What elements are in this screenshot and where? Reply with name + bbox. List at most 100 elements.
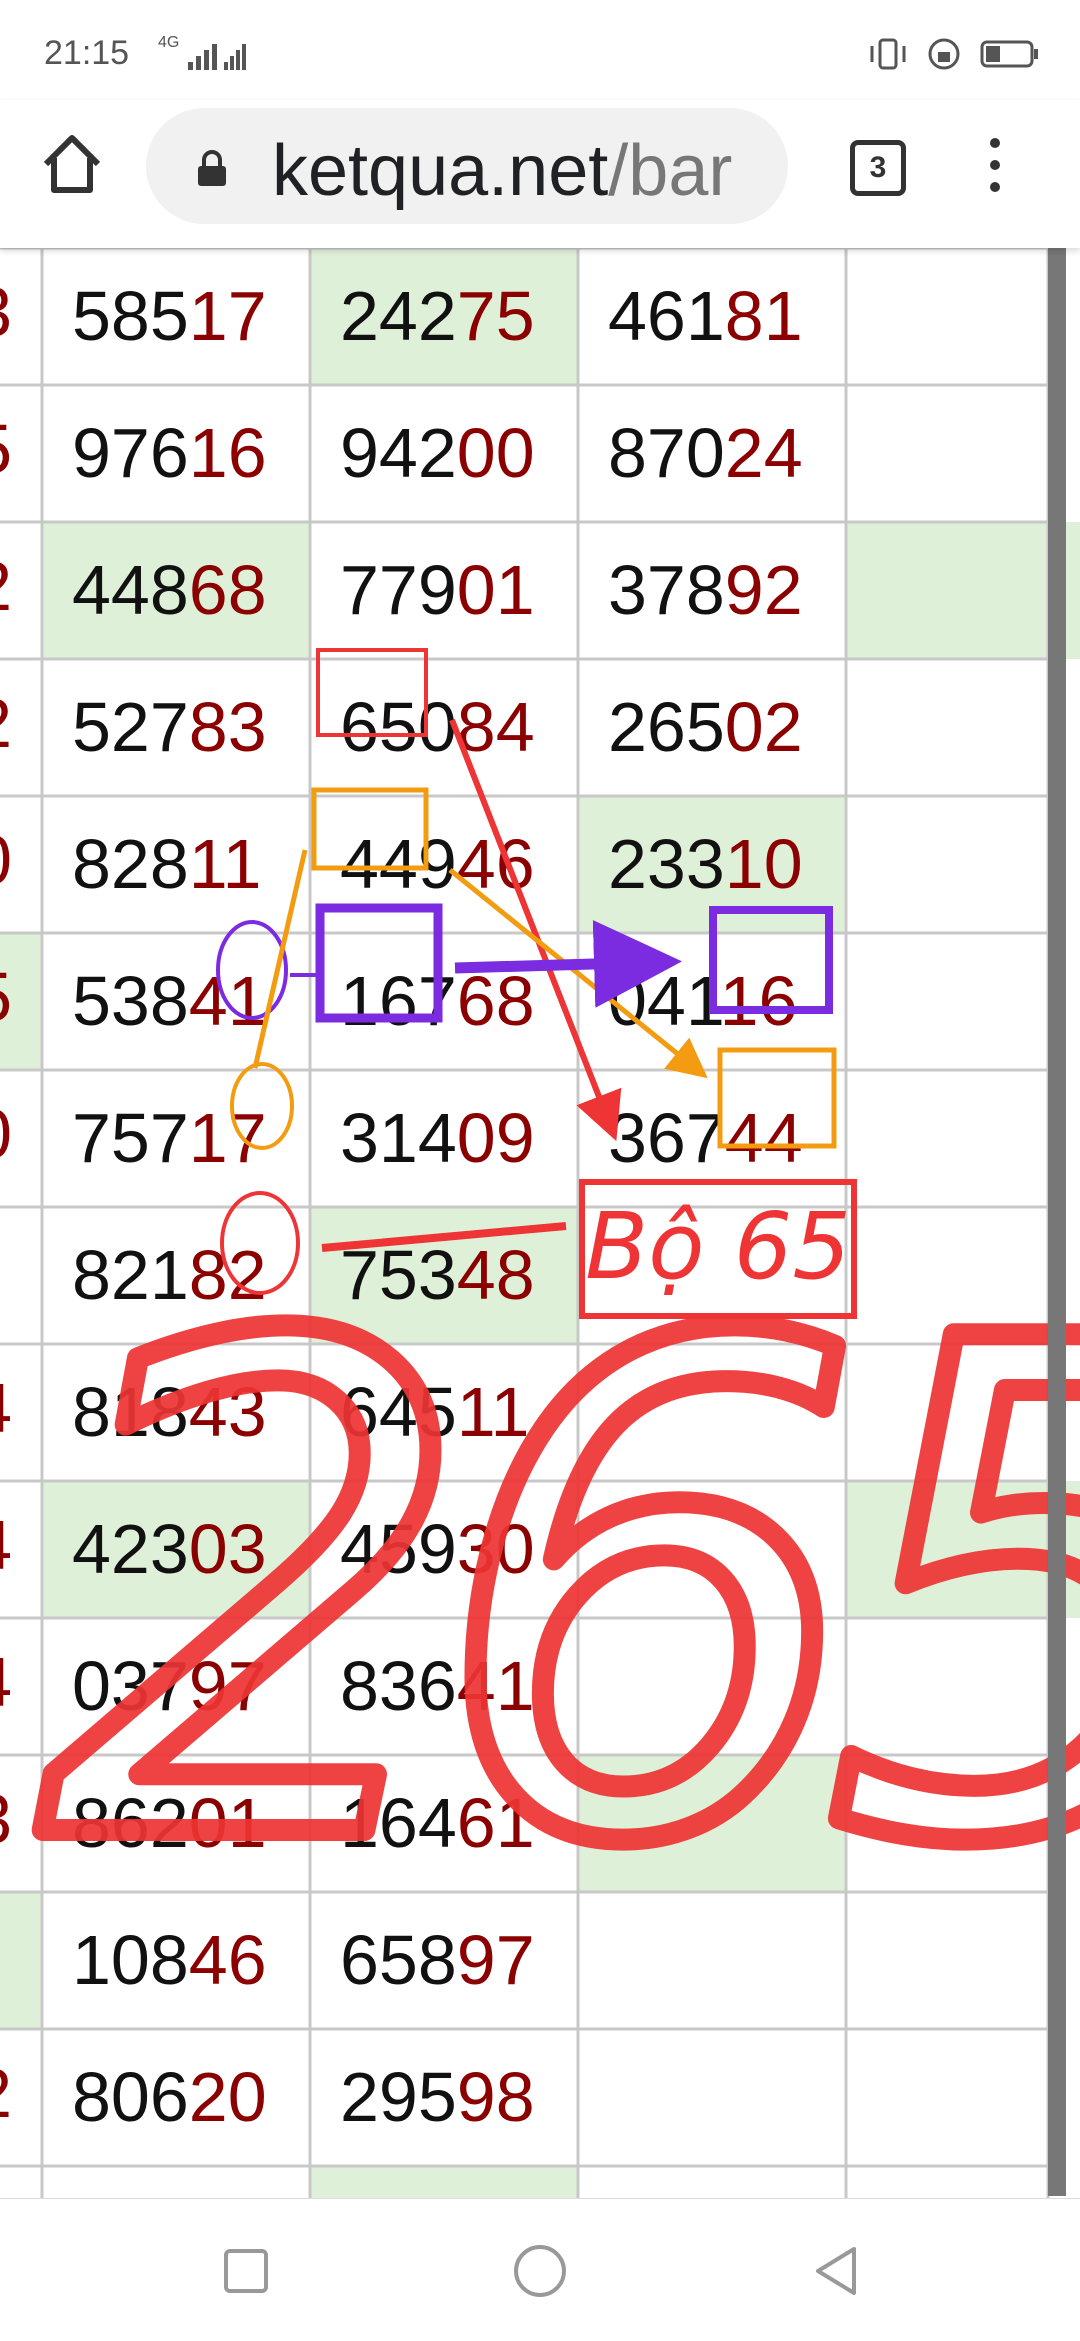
- number-suffix: 02: [725, 688, 803, 766]
- table-cell-bg: [310, 2166, 578, 2198]
- number-prefix: 828: [72, 825, 189, 903]
- more-vert-icon[interactable]: [980, 138, 1010, 198]
- number-suffix: 61: [457, 1784, 535, 1862]
- number-prefix: 265: [608, 688, 725, 766]
- result-number: 24275: [340, 277, 535, 355]
- left-edge-digit: 5: [0, 2191, 12, 2198]
- result-number: 04116: [608, 962, 797, 1040]
- number-suffix: 84: [457, 688, 535, 766]
- number-prefix: 757: [72, 1099, 189, 1177]
- result-number: 16768: [340, 962, 535, 1040]
- result-number: 36744: [608, 1099, 803, 1177]
- vibrate-icon: [870, 38, 906, 70]
- number-suffix: 98: [457, 2058, 535, 2136]
- number-suffix: 01: [457, 551, 535, 629]
- left-edge-digit: 4: [0, 1369, 12, 1447]
- number-prefix: 942: [340, 414, 457, 492]
- number-suffix: 24: [725, 414, 803, 492]
- number-prefix: 459: [340, 1510, 457, 1588]
- home-icon: [43, 135, 101, 193]
- number-prefix: 658: [340, 1921, 457, 1999]
- result-number: 44868: [72, 551, 267, 629]
- number-prefix: 645: [340, 1373, 457, 1451]
- number-prefix: 862: [72, 1784, 189, 1862]
- url-host: ketqua.net: [272, 131, 609, 211]
- number-suffix: 43: [189, 1373, 267, 1451]
- table-cell-bg: [578, 1755, 846, 1892]
- table-cell-bg: [846, 522, 1080, 659]
- result-number: 52783: [72, 688, 267, 766]
- number-suffix: 92: [725, 551, 803, 629]
- number-prefix: 164: [340, 1784, 457, 1862]
- number-suffix: 16: [720, 962, 798, 1040]
- back-button[interactable]: [806, 2241, 866, 2301]
- result-number: 82811: [72, 825, 261, 903]
- number-suffix: 44: [725, 1099, 803, 1177]
- number-prefix: 037: [72, 1647, 189, 1725]
- number-prefix: 423: [72, 1510, 189, 1588]
- number-prefix: 449: [340, 825, 457, 903]
- number-suffix: 00: [457, 414, 535, 492]
- browser-toolbar: ketqua.net/bar 3: [0, 100, 1080, 248]
- recent-apps-button[interactable]: [216, 2241, 276, 2301]
- number-prefix: 378: [608, 551, 725, 629]
- number-prefix: 233: [608, 825, 725, 903]
- number-suffix: 81: [725, 277, 803, 355]
- status-time: 21:15: [44, 34, 130, 72]
- left-edge-digit: 2: [0, 2054, 12, 2132]
- number-prefix: 806: [72, 2058, 189, 2136]
- battery-icon: [980, 40, 1038, 68]
- number-prefix: 108: [72, 1921, 189, 1999]
- left-edge-digit: 3: [0, 1780, 12, 1858]
- back-triangle-icon: [816, 2247, 856, 2295]
- home-nav-button[interactable]: [510, 2241, 570, 2301]
- signal-icon: [188, 44, 246, 70]
- left-edge-digit: 2: [0, 547, 12, 625]
- status-icons: [868, 32, 1040, 76]
- tab-switcher-button[interactable]: 3: [850, 140, 906, 196]
- number-suffix: 01: [189, 1784, 267, 1862]
- left-edge-digit: 0: [0, 821, 12, 899]
- home-button[interactable]: [36, 128, 108, 200]
- address-bar[interactable]: ketqua.net/bar: [146, 108, 788, 224]
- results-table-viewport[interactable]: 3585172427546181597616942008702424486877…: [0, 248, 1080, 2198]
- number-suffix: 68: [189, 551, 267, 629]
- left-edge-digit: 5: [0, 958, 12, 1036]
- number-prefix: 650: [340, 688, 457, 766]
- result-number: 86201: [72, 1784, 267, 1862]
- scrollbar[interactable]: [1048, 248, 1066, 2196]
- number-suffix: 17: [189, 1099, 267, 1177]
- number-suffix: 11: [189, 825, 262, 903]
- status-bar: 21:15 4G: [0, 0, 1080, 100]
- number-prefix: 976: [72, 414, 189, 492]
- number-prefix: 836: [340, 1647, 457, 1725]
- result-number: 75717: [72, 1099, 267, 1177]
- number-suffix: 17: [189, 277, 267, 355]
- number-prefix: 314: [340, 1099, 457, 1177]
- number-prefix: 041: [608, 962, 722, 1040]
- result-number: 65084: [340, 688, 535, 766]
- number-prefix: 753: [340, 1236, 457, 1314]
- number-prefix: 461: [608, 277, 725, 355]
- number-suffix: 97: [189, 1647, 267, 1725]
- result-number: 97616: [72, 414, 267, 492]
- system-nav-bar: [0, 2198, 1080, 2341]
- result-number: 77901: [340, 551, 535, 629]
- result-number: 58517: [72, 277, 267, 355]
- home-circle-icon: [514, 2245, 566, 2297]
- number-suffix: 16: [189, 414, 267, 492]
- number-suffix: 41: [457, 1647, 535, 1725]
- result-number: 45930: [340, 1510, 535, 1588]
- result-number: 80620: [72, 2058, 267, 2136]
- result-number: 23310: [608, 825, 803, 903]
- number-suffix: 20: [189, 2058, 267, 2136]
- number-suffix: 10: [725, 825, 803, 903]
- result-number: 26502: [608, 688, 803, 766]
- result-number: 29598: [340, 2058, 535, 2136]
- number-prefix: 295: [340, 2058, 457, 2136]
- number-suffix: 41: [189, 962, 267, 1040]
- result-number: 75348: [340, 1236, 535, 1314]
- result-number: 82182: [72, 1236, 267, 1314]
- result-number: 16461: [340, 1784, 535, 1862]
- number-prefix: 585: [72, 277, 189, 355]
